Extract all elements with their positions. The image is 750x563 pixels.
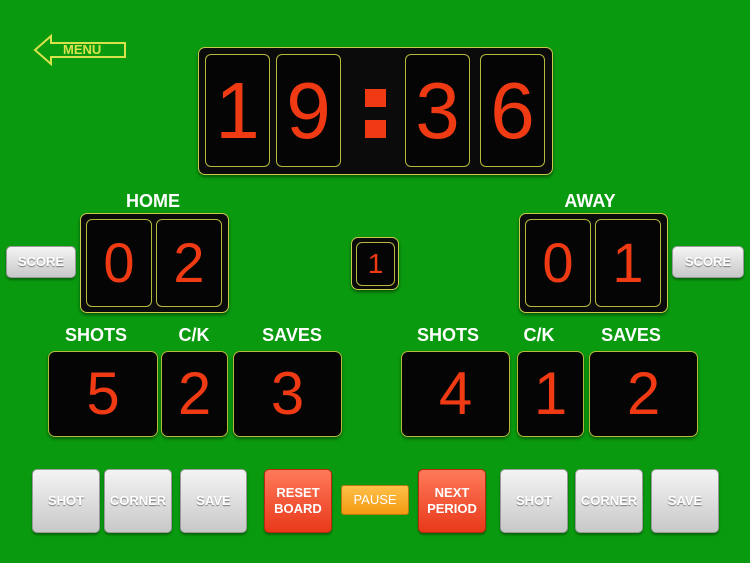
menu-button[interactable]: MENU [33, 33, 129, 67]
home-saves-value: 3 [233, 351, 342, 437]
clock-colon-icon [365, 48, 387, 174]
pause-button[interactable]: PAUSE [341, 485, 409, 515]
away-score-button[interactable]: SCORE [672, 246, 744, 278]
home-save-button[interactable]: SAVE [180, 469, 247, 533]
reset-board-line1: RESET [276, 485, 320, 500]
next-period-line1: NEXT [434, 485, 470, 500]
away-ck-value: 1 [517, 351, 584, 437]
home-title: HOME [126, 191, 180, 211]
away-title: AWAY [564, 191, 616, 211]
home-score: 0 2 [80, 213, 229, 313]
away-ck-label: C/K [523, 325, 555, 345]
menu-label: MENU [63, 42, 102, 57]
next-period-button[interactable]: NEXT PERIOD [418, 469, 486, 533]
reset-board-button[interactable]: RESET BOARD [264, 469, 332, 533]
away-shots-label: SHOTS [416, 325, 479, 345]
away-score: 0 1 [519, 213, 668, 313]
period-indicator: 1 [351, 237, 399, 290]
clock-digit-minutes-ones: 9 [276, 54, 341, 167]
home-shots-label: SHOTS [64, 325, 127, 345]
clock-digit-minutes-tens: 1 [205, 54, 270, 167]
clock-digit-seconds-ones: 6 [480, 54, 545, 167]
home-score-ones: 2 [156, 219, 222, 307]
home-ck-label: C/K [178, 325, 210, 345]
home-shot-button[interactable]: SHOT [32, 469, 100, 533]
away-save-button[interactable]: SAVE [651, 469, 719, 533]
home-shots-value: 5 [48, 351, 158, 437]
away-saves-value: 2 [589, 351, 698, 437]
next-period-line2: PERIOD [427, 501, 477, 516]
away-shots-value: 4 [401, 351, 510, 437]
away-score-tens: 0 [525, 219, 591, 307]
away-score-ones: 1 [595, 219, 661, 307]
game-clock: 1 9 3 6 [198, 47, 553, 175]
clock-digit-seconds-tens: 3 [405, 54, 470, 167]
home-score-tens: 0 [86, 219, 152, 307]
away-shot-button[interactable]: SHOT [500, 469, 568, 533]
home-score-button[interactable]: SCORE [6, 246, 76, 278]
home-corner-button[interactable]: CORNER [104, 469, 172, 533]
period-digit: 1 [356, 242, 395, 286]
away-saves-label: SAVES [601, 325, 661, 345]
home-saves-label: SAVES [262, 325, 322, 345]
away-corner-button[interactable]: CORNER [575, 469, 643, 533]
reset-board-line2: BOARD [274, 501, 322, 516]
home-ck-value: 2 [161, 351, 228, 437]
